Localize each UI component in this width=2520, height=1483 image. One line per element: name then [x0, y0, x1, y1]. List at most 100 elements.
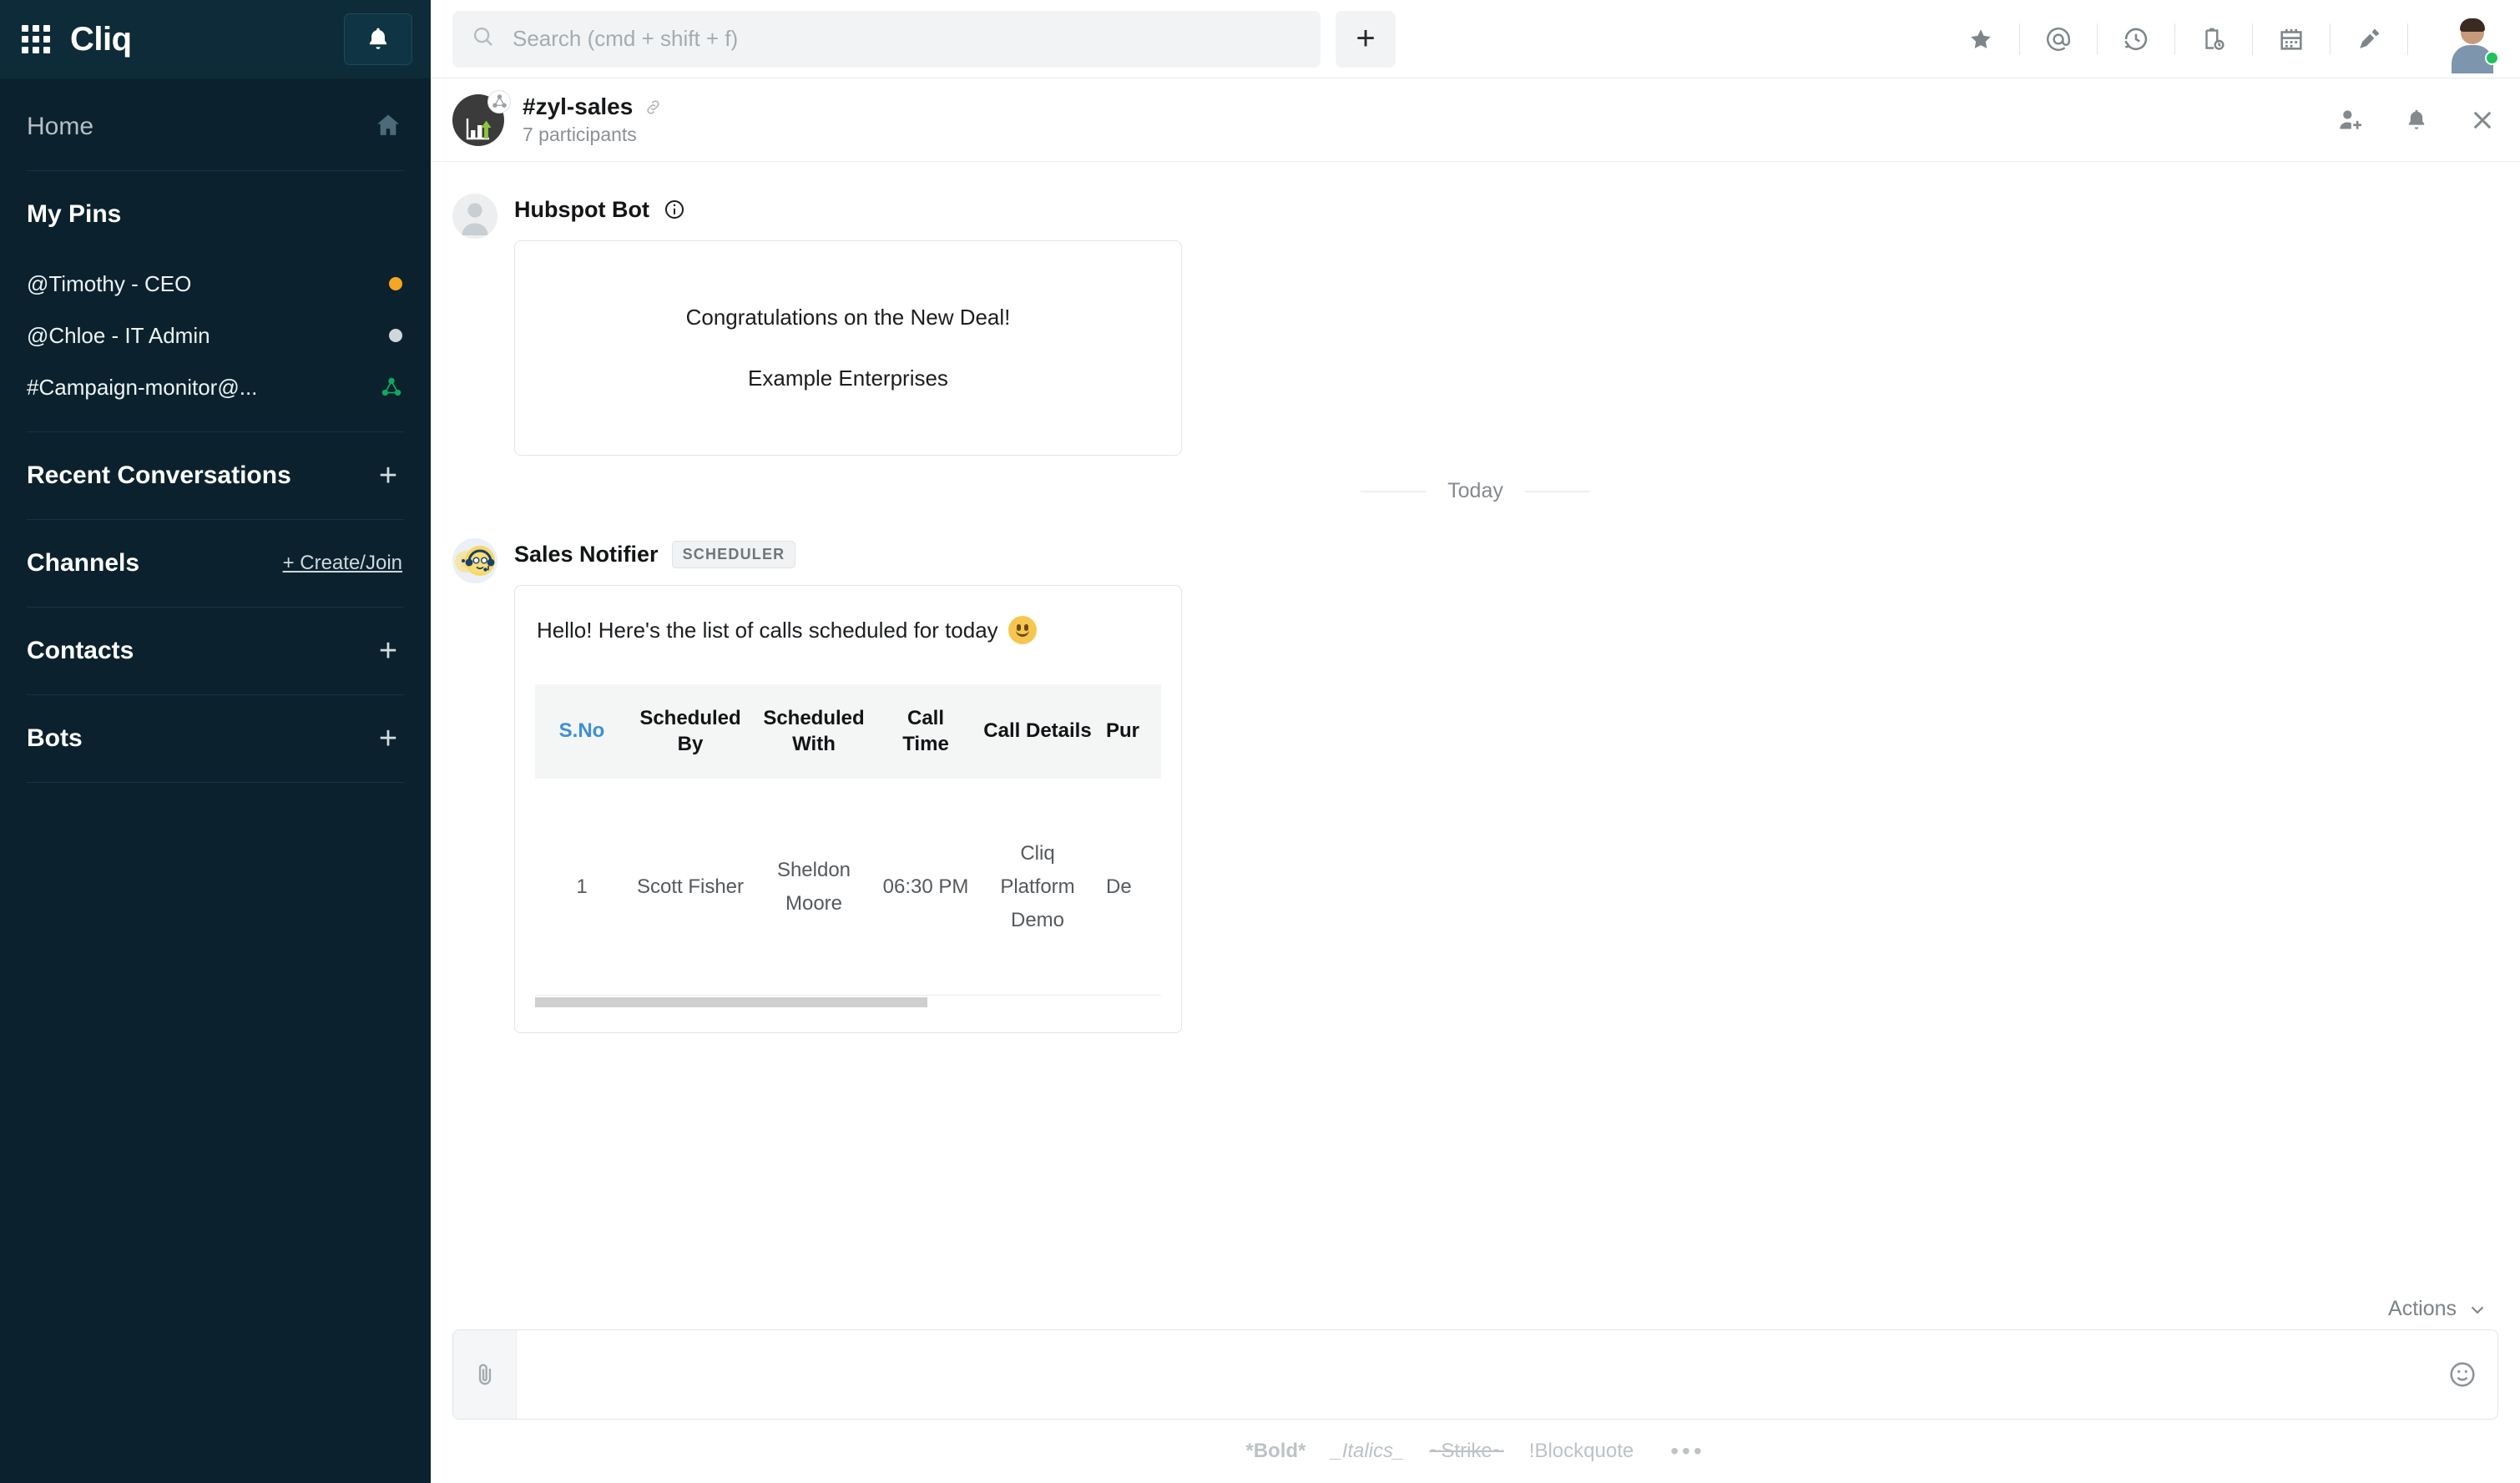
format-hint-bold[interactable]: *Bold* [1245, 1440, 1305, 1463]
add-contact-button[interactable]: + [374, 635, 402, 667]
participants-count: 7 participants [523, 124, 664, 146]
column-header[interactable]: Scheduled By [629, 684, 752, 779]
scrollbar-thumb[interactable] [535, 997, 927, 1007]
format-hint-italics[interactable]: _Italics_ [1331, 1440, 1404, 1463]
main-area: + [431, 0, 2520, 1483]
chain-link-icon[interactable] [643, 97, 664, 118]
search-icon [471, 24, 499, 53]
sidebar-item-home[interactable]: Home [0, 83, 431, 170]
plug-integrations-icon[interactable] [2351, 25, 2387, 53]
status-badge [2485, 51, 2499, 65]
table-cell: Scott Fisher [629, 779, 752, 995]
divider [2174, 23, 2175, 55]
more-formatting-options-icon[interactable]: ••• [1670, 1440, 1704, 1463]
sidebar-section-my-pins[interactable]: My Pins [0, 171, 431, 258]
table-cell: Cliq Platform Demo [976, 779, 1099, 995]
list-item[interactable]: @Timothy - CEO [0, 258, 431, 310]
close-icon[interactable] [2468, 106, 2497, 134]
table-horizontal-scrollbar[interactable] [535, 997, 1161, 1007]
info-icon[interactable] [663, 198, 686, 221]
sidebar-section-recent-conversations[interactable]: Recent Conversations + [0, 432, 431, 519]
clipboard-timer-icon[interactable] [2195, 25, 2232, 53]
sidebar-section-label: My Pins [27, 200, 121, 229]
status-badge [389, 277, 402, 290]
divider [1361, 491, 1426, 492]
sidebar-section-label: Recent Conversations [27, 462, 291, 490]
search-input[interactable] [513, 26, 1302, 52]
notification-bell-icon[interactable] [2403, 107, 2430, 134]
add-participant-icon[interactable] [2336, 106, 2365, 134]
column-header[interactable]: Scheduled With [752, 684, 876, 779]
sidebar-section-label: Contacts [27, 637, 134, 665]
format-hint-strike[interactable]: ~Strike~ [1429, 1440, 1503, 1463]
pin-label: @Timothy - CEO [27, 271, 191, 297]
channel-members-icon [381, 376, 402, 398]
bell-icon[interactable] [344, 13, 412, 65]
column-header[interactable]: Pur [1099, 684, 1161, 779]
history-clock-icon[interactable] [2118, 25, 2154, 53]
sidebar-home-label: Home [27, 113, 93, 141]
status-badge [389, 329, 402, 342]
column-header[interactable]: S.No [535, 684, 629, 779]
date-divider: Today [431, 479, 2520, 503]
add-conversation-button[interactable]: + [374, 460, 402, 492]
table-cell: De [1099, 779, 1161, 995]
format-hint-blockquote[interactable]: !Blockquote [1529, 1440, 1634, 1463]
list-item[interactable]: #Campaign-monitor@... [0, 361, 431, 413]
generic-person-avatar[interactable] [452, 194, 497, 239]
robot-headset-avatar[interactable] [452, 538, 497, 583]
sidebar: Cliq Home My Pins @Timothy - CEO [0, 0, 431, 1483]
channel-members-icon [487, 90, 511, 113]
sidebar-section-contacts[interactable]: Contacts + [0, 608, 431, 694]
sidebar-section-channels[interactable]: Channels + Create/Join [0, 520, 431, 607]
new-chat-button[interactable]: + [1336, 11, 1396, 68]
date-divider-label: Today [1447, 479, 1503, 503]
column-header[interactable]: Call Details [976, 684, 1099, 779]
paperclip-icon[interactable] [453, 1330, 517, 1419]
actions-dropdown[interactable]: Actions [452, 1290, 2498, 1329]
composer-zone: Actions [431, 1290, 2520, 1483]
at-mention-icon[interactable] [2040, 25, 2077, 53]
star-icon[interactable] [1962, 26, 1999, 53]
divider [2330, 23, 2331, 55]
divider [2019, 23, 2020, 55]
grid-apps-icon[interactable] [22, 25, 50, 53]
top-bar-icons [1962, 13, 2498, 65]
table-cell: 06:30 PM [876, 779, 976, 995]
calendar-icon[interactable] [2273, 25, 2310, 53]
app-brand-title: Cliq [70, 21, 132, 58]
divider [2252, 23, 2253, 55]
divider [1525, 491, 1590, 492]
chevron-down-icon[interactable] [2467, 1299, 2488, 1320]
add-bot-button[interactable]: + [374, 723, 402, 754]
channel-header: #zyl-sales 7 participants [431, 78, 2520, 162]
emoji-smiley-icon[interactable] [2427, 1330, 2497, 1419]
column-header[interactable]: Call Time [876, 684, 976, 779]
message-composer[interactable] [452, 1329, 2498, 1420]
table-row: 1 Scott Fisher Sheldon Moore 06:30 PM Cl… [535, 779, 1161, 995]
message-list[interactable]: Hubspot Bot Congratulations on the New D… [431, 162, 2520, 1290]
status-badge: SCHEDULER [672, 541, 796, 568]
message-body: Hubspot Bot Congratulations on the New D… [514, 190, 1182, 456]
top-bar: + [431, 0, 2520, 78]
list-item[interactable]: @Chloe - IT Admin [0, 310, 431, 361]
sidebar-section-bots[interactable]: Bots + [0, 695, 431, 782]
table-scroll-container[interactable]: S.No Scheduled By Scheduled With Call Ti… [535, 684, 1161, 996]
message-sender-name: Hubspot Bot [514, 197, 649, 223]
create-join-channel-link[interactable]: + Create/Join [283, 552, 402, 575]
deal-card: Congratulations on the New Deal! Example… [514, 240, 1182, 456]
slightly-smiling-face-icon [1008, 616, 1037, 644]
actions-label: Actions [2388, 1297, 2457, 1321]
message-sender-name: Sales Notifier [514, 542, 659, 567]
sidebar-nav: Home My Pins @Timothy - CEO @Chloe - IT … [0, 78, 431, 1483]
avatar[interactable] [2447, 13, 2498, 65]
scheduled-calls-card: Hello! Here's the list of calls schedule… [514, 585, 1182, 1033]
divider [2097, 23, 2098, 55]
home-icon [374, 111, 402, 144]
divider [2407, 23, 2408, 55]
card-intro: Hello! Here's the list of calls schedule… [535, 604, 1161, 644]
message-input[interactable] [517, 1330, 2427, 1419]
divider [27, 782, 404, 783]
pin-label: @Chloe - IT Admin [27, 323, 210, 349]
search-box[interactable] [452, 11, 1321, 68]
